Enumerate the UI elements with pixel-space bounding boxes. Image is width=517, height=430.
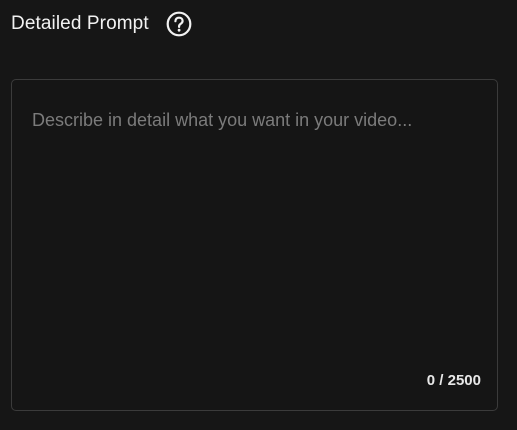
prompt-textarea[interactable]	[12, 80, 497, 410]
detailed-prompt-panel: Detailed Prompt 0 / 2500	[0, 0, 517, 430]
question-circle-icon[interactable]	[166, 11, 192, 37]
character-counter: 0 / 2500	[426, 372, 481, 389]
prompt-textarea-container: 0 / 2500	[11, 79, 498, 411]
prompt-title: Detailed Prompt	[11, 13, 149, 34]
prompt-header: Detailed Prompt	[11, 8, 192, 40]
